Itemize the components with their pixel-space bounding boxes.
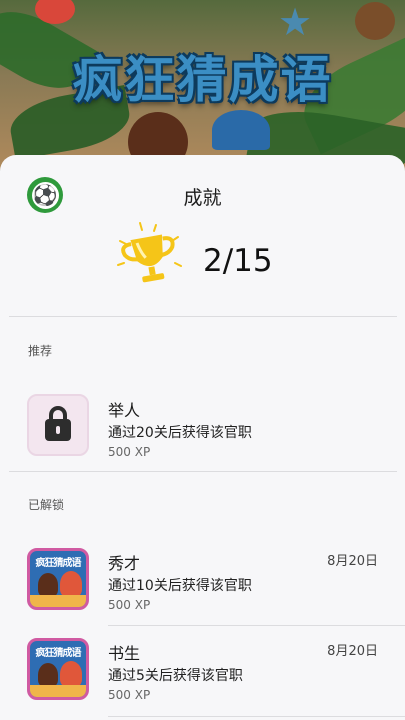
- trophy-icon: [117, 222, 182, 283]
- sheet-header: ⚽ 成就: [0, 155, 405, 237]
- coconut-decoration: [355, 2, 395, 40]
- achievement-xp: 500 XP: [108, 445, 151, 459]
- achievement-desc: 通过20关后获得该官职: [108, 425, 252, 441]
- character-decoration: [212, 110, 270, 150]
- achievement-progress: 2/15: [203, 243, 273, 279]
- achievement-date: 8月20日: [327, 644, 378, 659]
- divider: [9, 316, 397, 317]
- achievement-name: 书生: [108, 644, 141, 663]
- achievement-desc: 通过10关后获得该官职: [108, 578, 252, 594]
- divider: [9, 471, 397, 472]
- starfish-decoration: ★: [278, 0, 313, 44]
- achievement-item-unlocked[interactable]: 疯狂猜成语 书生 8月20日 通过5关后获得该官职 500 XP: [0, 626, 405, 716]
- lock-icon: [45, 406, 71, 441]
- achievement-date: 8月20日: [327, 554, 378, 569]
- page-title: 成就: [183, 187, 222, 209]
- achievement-name: 举人: [108, 401, 141, 420]
- divider: [108, 716, 405, 717]
- achievement-thumb: [27, 394, 89, 456]
- achievement-item-locked[interactable]: 举人 通过20关后获得该官职 500 XP: [0, 379, 405, 469]
- section-label-unlocked: 已解锁: [28, 498, 65, 512]
- achievement-name: 秀才: [108, 554, 141, 573]
- achievement-item-unlocked[interactable]: 疯狂猜成语 秀才 8月20日 通过10关后获得该官职 500 XP: [0, 533, 405, 623]
- game-title-art: 疯狂猜成语: [72, 51, 333, 109]
- game-thumbnail: 疯狂猜成语: [27, 638, 89, 700]
- achievement-xp: 500 XP: [108, 598, 151, 612]
- achievements-sheet: ⚽ 成就 2/15 推荐 举人 通过20关后获得该官职 500 XP 已解锁 疯…: [0, 155, 405, 720]
- thumb-title: 疯狂猜成语: [35, 648, 82, 659]
- game-background: ★ 疯狂猜成语: [0, 0, 405, 170]
- section-label-recommended: 推荐: [28, 344, 53, 358]
- game-thumbnail: 疯狂猜成语: [27, 548, 89, 610]
- achievement-xp: 500 XP: [108, 688, 151, 702]
- achievement-desc: 通过5关后获得该官职: [108, 668, 243, 684]
- watermelon-decoration: [35, 0, 75, 24]
- thumb-title: 疯狂猜成语: [35, 558, 82, 569]
